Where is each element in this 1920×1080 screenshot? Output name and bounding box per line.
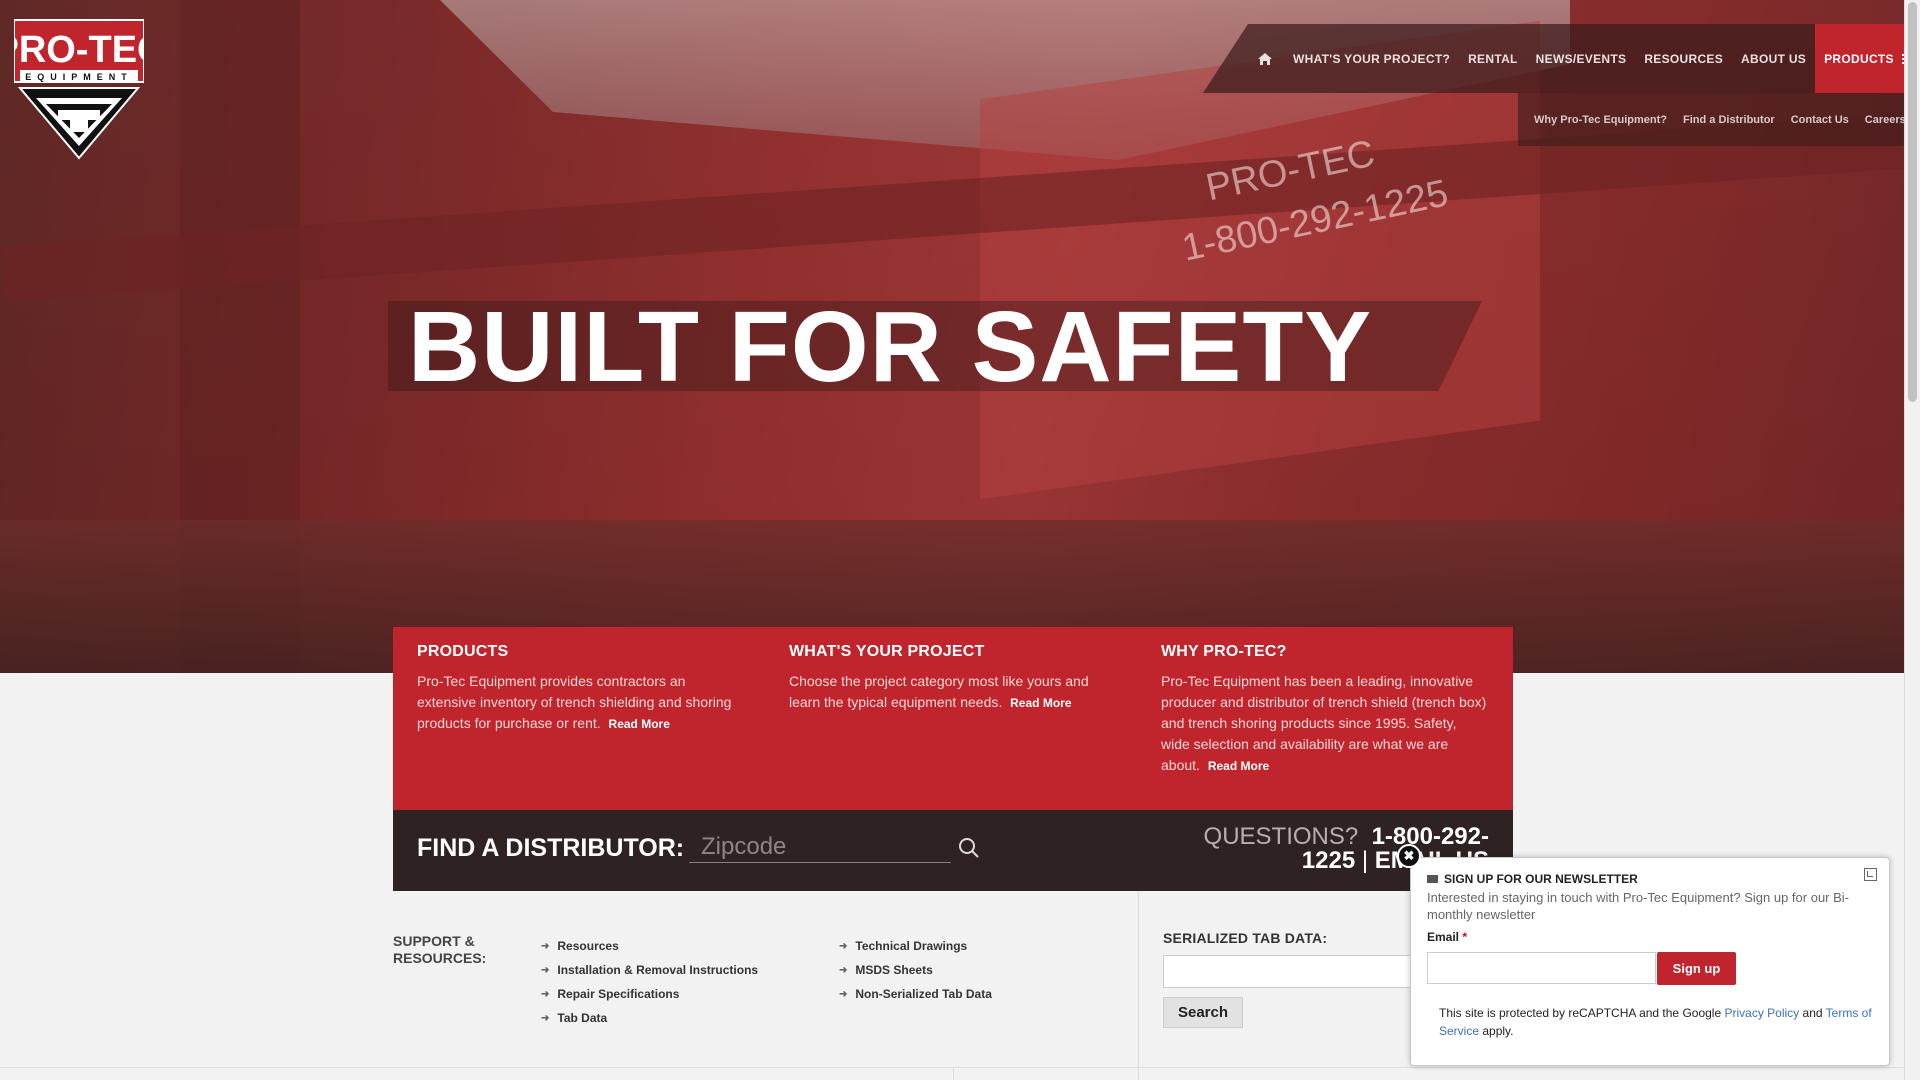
zipcode-search-button[interactable] bbox=[957, 836, 983, 862]
close-icon: ✖ bbox=[1403, 848, 1415, 863]
arrow-icon: ➜ bbox=[541, 1012, 550, 1024]
nav-products[interactable]: PRODUCTS bbox=[1815, 24, 1905, 93]
read-more-link[interactable]: Read More bbox=[1010, 696, 1071, 710]
arrow-icon: ➜ bbox=[839, 988, 848, 1000]
arrow-icon: ➜ bbox=[839, 964, 848, 976]
logo-tagline: EQUIPMENT bbox=[25, 72, 133, 82]
serialized-tab-label: SERIALIZED TAB DATA: bbox=[1163, 930, 1328, 946]
card-text: Choose the project category most like yo… bbox=[789, 671, 1117, 714]
hero-headline-box: BUILT FOR SAFETY bbox=[388, 291, 1483, 403]
phone-number-cont[interactable]: 1225 bbox=[1302, 847, 1355, 874]
subnav-find-distributor[interactable]: Find a Distributor bbox=[1675, 114, 1783, 126]
contact-separator: | bbox=[1361, 847, 1369, 874]
nav-products-label: PRODUCTS bbox=[1824, 51, 1894, 66]
captcha-text: This site is protected by reCAPTCHA and … bbox=[1439, 1006, 1722, 1020]
brand-logo[interactable]: PRO-TEC EQUIPMENT bbox=[0, 18, 165, 160]
questions-label: QUESTIONS? bbox=[1203, 823, 1359, 850]
arrow-icon: ➜ bbox=[839, 940, 848, 952]
scrollbar-thumb[interactable] bbox=[1908, 2, 1917, 402]
link-installation-removal[interactable]: ➜ Installation & Removal Instructions bbox=[541, 958, 758, 982]
newsletter-description: Interested in staying in touch with Pro-… bbox=[1427, 890, 1849, 922]
serialized-tab-input[interactable] bbox=[1163, 955, 1433, 988]
card-body: Pro-Tec Equipment has been a leading, in… bbox=[1161, 673, 1487, 773]
section-divider bbox=[1138, 892, 1139, 1080]
home-icon bbox=[1258, 52, 1272, 65]
phone-number[interactable]: 1-800-292- bbox=[1372, 823, 1489, 850]
card-text: Pro-Tec Equipment has been a leading, in… bbox=[1161, 671, 1489, 777]
card-whats-your-project: WHAT'S YOUR PROJECT Choose the project c… bbox=[769, 627, 1141, 810]
logo-wordmark: PRO-TEC bbox=[14, 29, 144, 71]
recaptcha-notice: This site is protected by reCAPTCHA and … bbox=[1439, 1004, 1879, 1040]
feature-cards: PRODUCTS Pro-Tec Equipment provides cont… bbox=[393, 627, 1513, 810]
newsletter-email-input[interactable] bbox=[1427, 952, 1656, 984]
zipcode-input[interactable] bbox=[689, 832, 951, 863]
card-title[interactable]: PRODUCTS bbox=[417, 643, 745, 661]
newsletter-title: SIGN UP FOR OUR NEWSLETTER bbox=[1427, 872, 1638, 886]
read-more-link[interactable]: Read More bbox=[609, 717, 670, 731]
sub-nav: Why Pro-Tec Equipment? Find a Distributo… bbox=[1518, 93, 1905, 146]
subnav-careers[interactable]: Careers bbox=[1857, 114, 1905, 126]
subnav-contact-us[interactable]: Contact Us bbox=[1783, 114, 1857, 126]
link-label: Resources bbox=[557, 939, 619, 953]
newsletter-signup-button[interactable]: Sign up bbox=[1657, 952, 1736, 985]
nav-whats-your-project[interactable]: WHAT'S YOUR PROJECT? bbox=[1284, 24, 1459, 93]
hero-headline: BUILT FOR SAFETY bbox=[408, 291, 1373, 403]
card-title[interactable]: WHAT'S YOUR PROJECT bbox=[789, 643, 1117, 661]
support-links-col2: ➜ Technical Drawings ➜ MSDS Sheets ➜ Non-Se… bbox=[839, 934, 992, 1006]
arrow-icon: ➜ bbox=[541, 940, 550, 952]
newsletter-title-text: SIGN UP FOR OUR NEWSLETTER bbox=[1444, 872, 1638, 886]
read-more-link[interactable]: Read More bbox=[1208, 759, 1269, 773]
link-label: Tab Data bbox=[557, 1011, 608, 1025]
link-label: Technical Drawings bbox=[855, 939, 968, 953]
support-heading: SUPPORT & RESOURCES: bbox=[393, 933, 487, 966]
card-products: PRODUCTS Pro-Tec Equipment provides cont… bbox=[393, 627, 769, 810]
newsletter-email-label: Email * bbox=[1427, 930, 1467, 944]
serialized-search-button[interactable]: Search bbox=[1163, 997, 1243, 1028]
page: PRO-TEC 1-800-292-1225 BUILT FOR SAFETY … bbox=[0, 0, 1905, 1080]
newsletter-popup: SIGN UP FOR OUR NEWSLETTER Interested in… bbox=[1410, 857, 1890, 1066]
privacy-policy-link[interactable]: Privacy Policy bbox=[1724, 1006, 1799, 1020]
nav-about-us[interactable]: ABOUT US bbox=[1732, 24, 1815, 93]
link-label: Repair Specifications bbox=[557, 987, 680, 1001]
support-links-col1: ➜ Resources ➜ Installation & Removal Instr… bbox=[541, 934, 758, 1030]
find-distributor-bar: FIND A DISTRIBUTOR: QUESTIONS? 1-800-292… bbox=[393, 810, 1513, 891]
subnav-why-pro-tec[interactable]: Why Pro-Tec Equipment? bbox=[1526, 114, 1675, 126]
main-nav: WHAT'S YOUR PROJECT? RENTAL NEWS/EVENTS … bbox=[1203, 24, 1905, 93]
link-resources[interactable]: ➜ Resources bbox=[541, 934, 758, 958]
link-non-serialized-tab-data[interactable]: ➜ Non-Serialized Tab Data bbox=[839, 982, 992, 1006]
captcha-apply: apply. bbox=[1482, 1024, 1514, 1038]
link-label: Installation & Removal Instructions bbox=[557, 963, 759, 977]
footer-rule-split bbox=[953, 1067, 954, 1080]
arrow-icon: ➜ bbox=[541, 988, 550, 1000]
nav-news-events[interactable]: NEWS/EVENTS bbox=[1527, 24, 1636, 93]
minimize-icon[interactable] bbox=[1864, 868, 1877, 881]
newsletter-close-button[interactable]: ✖ bbox=[1397, 844, 1421, 868]
captcha-and: and bbox=[1802, 1006, 1823, 1020]
card-text: Pro-Tec Equipment provides contractors a… bbox=[417, 671, 745, 735]
email-label-text: Email bbox=[1427, 930, 1460, 944]
link-tab-data[interactable]: ➜ Tab Data bbox=[541, 1006, 758, 1030]
card-body: Pro-Tec Equipment provides contractors a… bbox=[417, 673, 732, 731]
search-icon bbox=[959, 838, 979, 858]
find-distributor-label: FIND A DISTRIBUTOR: bbox=[417, 834, 685, 862]
link-label: MSDS Sheets bbox=[855, 963, 933, 977]
link-technical-drawings[interactable]: ➜ Technical Drawings bbox=[839, 934, 992, 958]
required-mark: * bbox=[1462, 930, 1468, 944]
link-label: Non-Serialized Tab Data bbox=[855, 987, 992, 1001]
card-why-pro-tec: WHY PRO-TEC? Pro-Tec Equipment has been … bbox=[1141, 627, 1513, 810]
nav-resources[interactable]: RESOURCES bbox=[1635, 24, 1732, 93]
envelope-icon bbox=[1427, 875, 1438, 883]
arrow-icon: ➜ bbox=[541, 964, 550, 976]
nav-home[interactable] bbox=[1248, 24, 1284, 93]
page-scrollbar[interactable] bbox=[1904, 0, 1920, 1080]
link-msds-sheets[interactable]: ➜ MSDS Sheets bbox=[839, 958, 992, 982]
nav-rental[interactable]: RENTAL bbox=[1459, 24, 1527, 93]
card-title[interactable]: WHY PRO-TEC? bbox=[1161, 643, 1489, 661]
link-repair-specifications[interactable]: ➜ Repair Specifications bbox=[541, 982, 758, 1006]
